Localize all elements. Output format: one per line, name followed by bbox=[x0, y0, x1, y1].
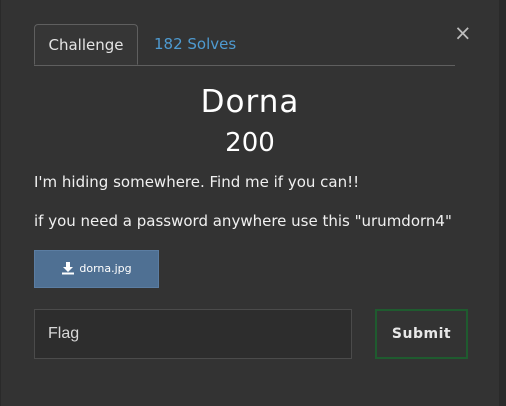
page: × Challenge 182 Solves Dorna 200 I'm hid… bbox=[0, 0, 506, 406]
file-name-label: dorna.jpg bbox=[79, 262, 132, 275]
challenge-value: 200 bbox=[225, 128, 275, 158]
close-button[interactable]: × bbox=[454, 22, 472, 44]
tab-solves[interactable]: 182 Solves bbox=[154, 24, 236, 64]
challenge-description-line: if you need a password anywhere use this… bbox=[34, 212, 452, 230]
challenge-modal: × Challenge 182 Solves Dorna 200 I'm hid… bbox=[1, 0, 499, 406]
download-icon bbox=[61, 254, 75, 275]
challenge-description-line: I'm hiding somewhere. Find me if you can… bbox=[34, 173, 360, 191]
modal-tabs: Challenge 182 Solves bbox=[34, 24, 455, 66]
tab-challenge[interactable]: Challenge bbox=[34, 24, 138, 65]
flag-input[interactable] bbox=[34, 309, 352, 359]
download-file-button[interactable]: dorna.jpg bbox=[34, 250, 159, 288]
submit-button[interactable]: Submit bbox=[375, 309, 468, 359]
challenge-name: Dorna bbox=[200, 84, 300, 120]
